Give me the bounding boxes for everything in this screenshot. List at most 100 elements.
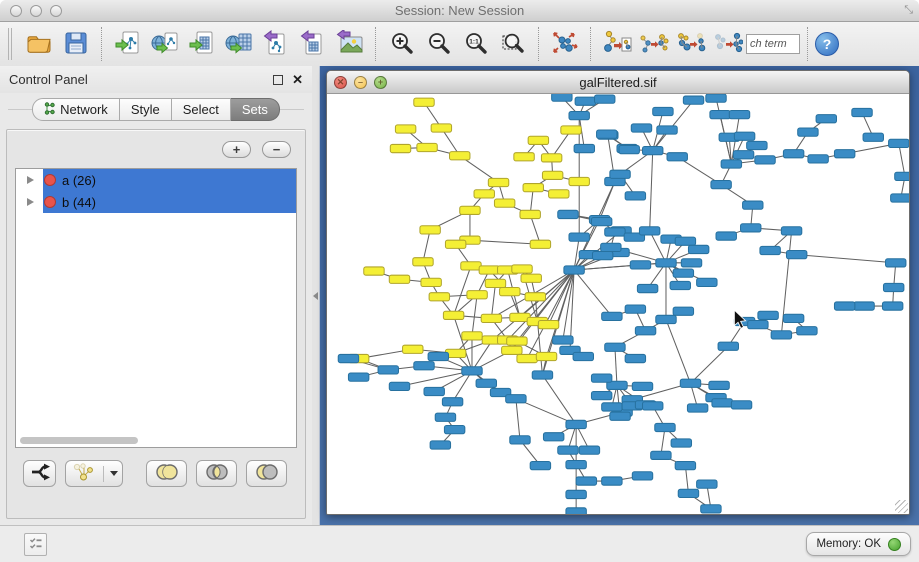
zoom-actual-size-button[interactable]: 1:1 xyxy=(457,25,494,63)
graph-node-blue[interactable] xyxy=(889,139,909,147)
graph-node-blue[interactable] xyxy=(688,245,708,253)
graph-node-blue[interactable] xyxy=(576,477,596,485)
tab-select[interactable]: Select xyxy=(172,98,231,121)
graph-node-blue[interactable] xyxy=(635,327,655,335)
graph-node-blue[interactable] xyxy=(656,259,676,267)
tab-style[interactable]: Style xyxy=(120,98,172,121)
graph-node-yellow[interactable] xyxy=(569,177,589,185)
graph-node-blue[interactable] xyxy=(435,413,455,421)
graph-node-blue[interactable] xyxy=(558,210,578,218)
graph-node-yellow[interactable] xyxy=(523,184,543,192)
graph-node-blue[interactable] xyxy=(834,302,854,310)
graph-node-blue[interactable] xyxy=(729,110,749,118)
graph-node-yellow[interactable] xyxy=(431,124,451,132)
graph-node-yellow[interactable] xyxy=(445,240,465,248)
graph-node-blue[interactable] xyxy=(625,192,645,200)
graph-node-yellow[interactable] xyxy=(481,314,501,322)
graph-node-blue[interactable] xyxy=(758,311,778,319)
graph-node-blue[interactable] xyxy=(781,227,801,235)
graph-node-yellow[interactable] xyxy=(467,291,487,299)
graph-node-blue[interactable] xyxy=(895,172,909,180)
graph-node-blue[interactable] xyxy=(675,462,695,470)
graph-node-blue[interactable] xyxy=(591,218,611,226)
graph-node-blue[interactable] xyxy=(625,354,645,362)
graph-node-blue[interactable] xyxy=(579,446,599,454)
graph-node-blue[interactable] xyxy=(348,373,368,381)
graph-node-yellow[interactable] xyxy=(541,154,561,162)
graph-node-yellow[interactable] xyxy=(549,190,569,198)
graph-node-blue[interactable] xyxy=(706,94,726,102)
graph-node-blue[interactable] xyxy=(592,252,612,260)
graph-node-blue[interactable] xyxy=(442,398,462,406)
graph-node-yellow[interactable] xyxy=(403,345,423,353)
export-network-button[interactable] xyxy=(257,25,294,63)
graph-node-blue[interactable] xyxy=(710,110,730,118)
graph-node-blue[interactable] xyxy=(574,144,594,152)
graph-node-blue[interactable] xyxy=(673,269,693,277)
graph-node-blue[interactable] xyxy=(771,331,791,339)
graph-node-blue[interactable] xyxy=(716,232,736,240)
graph-node-yellow[interactable] xyxy=(525,293,545,301)
graph-node-yellow[interactable] xyxy=(521,274,541,282)
graph-node-blue[interactable] xyxy=(882,302,902,310)
graph-node-blue[interactable] xyxy=(854,302,874,310)
graph-node-blue[interactable] xyxy=(734,132,754,140)
graph-node-blue[interactable] xyxy=(430,441,450,449)
graph-node-blue[interactable] xyxy=(711,180,731,188)
graph-node-blue[interactable] xyxy=(619,145,639,153)
graph-node-blue[interactable] xyxy=(721,160,741,168)
graph-node-yellow[interactable] xyxy=(460,206,480,214)
graph-node-blue[interactable] xyxy=(605,343,625,351)
graph-node-blue[interactable] xyxy=(834,150,854,158)
graph-node-blue[interactable] xyxy=(891,194,909,202)
graph-node-blue[interactable] xyxy=(741,224,761,232)
tab-network[interactable]: Network xyxy=(32,98,120,121)
graph-node-yellow[interactable] xyxy=(413,258,433,266)
graph-node-blue[interactable] xyxy=(414,362,434,370)
graph-node-blue[interactable] xyxy=(883,283,903,291)
graph-node-blue[interactable] xyxy=(786,250,806,258)
graph-node-blue[interactable] xyxy=(816,115,836,123)
graph-node-yellow[interactable] xyxy=(421,278,441,286)
graph-node-blue[interactable] xyxy=(597,130,617,138)
graph-node-yellow[interactable] xyxy=(479,266,499,274)
graph-node-blue[interactable] xyxy=(573,352,593,360)
network-canvas[interactable] xyxy=(327,94,909,514)
set-row-a[interactable]: a (26) xyxy=(16,169,296,191)
split-set-button[interactable] xyxy=(23,460,56,487)
graph-node-blue[interactable] xyxy=(797,327,817,335)
graph-node-yellow[interactable] xyxy=(395,125,415,133)
apply-layout-button[interactable] xyxy=(546,25,583,63)
graph-node-blue[interactable] xyxy=(566,460,586,468)
float-panel-button[interactable] xyxy=(273,75,283,85)
task-history-button[interactable] xyxy=(24,533,47,556)
search-input[interactable] xyxy=(746,34,800,54)
graph-node-blue[interactable] xyxy=(566,508,586,514)
toolbar-grip[interactable] xyxy=(8,28,12,60)
save-session-button[interactable] xyxy=(57,25,94,63)
graph-node-blue[interactable] xyxy=(643,402,663,410)
graph-node-blue[interactable] xyxy=(733,151,753,159)
graph-node-blue[interactable] xyxy=(632,382,652,390)
graph-node-blue[interactable] xyxy=(602,477,622,485)
zoom-in-button[interactable] xyxy=(383,25,420,63)
graph-node-blue[interactable] xyxy=(755,156,775,164)
graph-node-blue[interactable] xyxy=(671,439,691,447)
graph-node-blue[interactable] xyxy=(338,354,358,362)
new-network-from-selection-button[interactable] xyxy=(598,25,635,63)
graph-node-blue[interactable] xyxy=(683,96,703,104)
graph-node-yellow[interactable] xyxy=(389,275,409,283)
import-table-web-button[interactable] xyxy=(220,25,257,63)
graph-node-yellow[interactable] xyxy=(561,126,581,134)
graph-node-blue[interactable] xyxy=(808,155,828,163)
zoom-out-button[interactable] xyxy=(420,25,457,63)
graph-node-yellow[interactable] xyxy=(512,265,532,273)
graph-node-yellow[interactable] xyxy=(530,240,550,248)
graph-node-blue[interactable] xyxy=(886,259,906,267)
graph-node-blue[interactable] xyxy=(760,246,780,254)
import-network-web-button[interactable] xyxy=(146,25,183,63)
graph-node-blue[interactable] xyxy=(643,147,663,155)
graph-node-yellow[interactable] xyxy=(517,354,537,362)
import-network-file-button[interactable] xyxy=(109,25,146,63)
window-resize-grip[interactable] xyxy=(895,500,908,513)
